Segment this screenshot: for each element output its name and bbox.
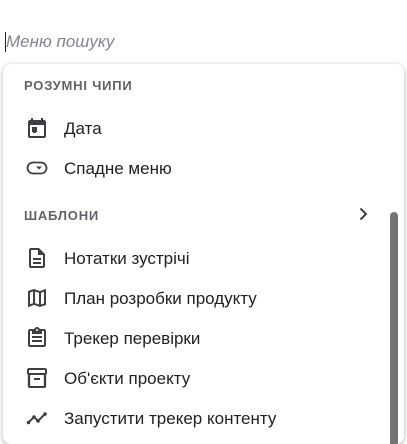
menu-item-product-roadmap[interactable]: План розробки продукту — [3, 278, 388, 318]
search-input[interactable] — [6, 30, 386, 54]
document-icon — [25, 246, 49, 270]
menu-item-label: Трекер перевірки — [64, 329, 201, 348]
menu-item-meeting-notes[interactable]: Нотатки зустрічі — [3, 238, 388, 278]
menu-item-label: Дата — [64, 119, 102, 138]
menu-item-project-assets[interactable]: Об'єкти проекту — [3, 358, 388, 398]
scrollbar-thumb[interactable] — [390, 212, 398, 444]
chevron-right-icon[interactable] — [351, 202, 375, 226]
menu-item-label: План розробки продукту — [64, 289, 257, 308]
dropdown-chip-icon — [25, 156, 49, 180]
timeline-icon — [25, 406, 49, 430]
menu-item-content-launch-tracker[interactable]: Запустити трекер контенту — [3, 398, 388, 438]
menu-item-label: Нотатки зустрічі — [64, 249, 190, 268]
menu-item-label: Запустити трекер контенту — [64, 409, 277, 428]
section-header-smart-chips: РОЗУМНІ ЧИПИ — [24, 78, 133, 93]
menu-scrollbar[interactable] — [389, 204, 399, 444]
calendar-icon — [25, 116, 49, 140]
map-icon — [25, 286, 49, 310]
archive-icon — [25, 366, 49, 390]
section-header-templates: ШАБЛОНИ — [24, 208, 100, 223]
menu-item-label: Спадне меню — [64, 159, 172, 178]
search-row — [0, 30, 407, 54]
clipboard-icon — [25, 326, 49, 350]
insert-menu: РОЗУМНІ ЧИПИ Дата Спадне меню ШАБЛОНИ Но… — [3, 64, 404, 444]
menu-item-dropdown[interactable]: Спадне меню — [3, 148, 388, 188]
menu-item-label: Об'єкти проекту — [64, 369, 191, 388]
menu-item-review-tracker[interactable]: Трекер перевірки — [3, 318, 388, 358]
menu-item-date[interactable]: Дата — [3, 108, 388, 148]
